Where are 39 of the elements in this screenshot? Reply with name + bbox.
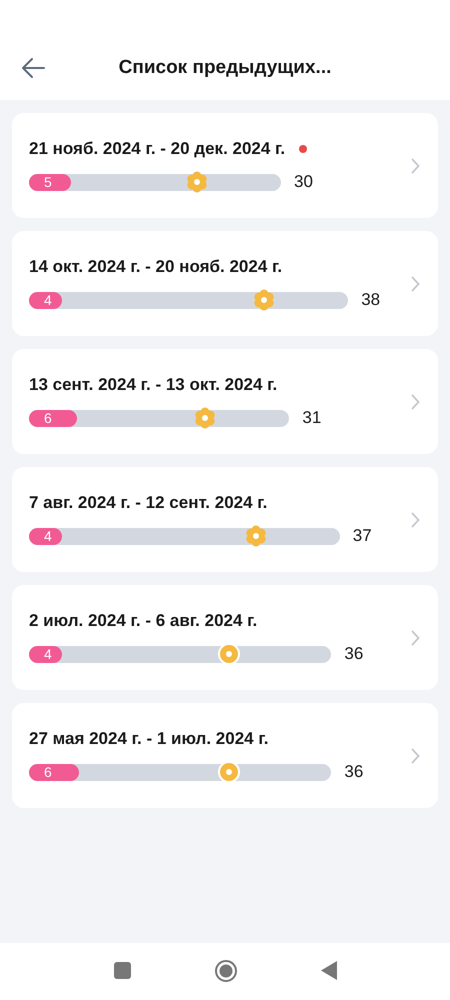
cycle-dates: 14 окт. 2024 г. - 20 нояб. 2024 г. (29, 257, 282, 277)
period-bar: 5 (29, 174, 71, 190)
back-arrow-icon[interactable] (20, 57, 46, 79)
back-icon[interactable] (320, 961, 336, 980)
chevron-right-icon (411, 276, 420, 292)
chevron-right-icon (411, 630, 420, 646)
cycle-card[interactable]: 13 сент. 2024 г. - 13 окт. 2024 г. 6 31 (12, 349, 438, 454)
cycle-length: 38 (361, 290, 380, 310)
cycle-card[interactable]: 27 мая 2024 г. - 1 июл. 2024 г. 6 36 (12, 703, 438, 808)
cycle-length: 36 (344, 762, 364, 782)
cycle-length: 30 (294, 172, 313, 192)
cycle-dates: 7 авг. 2024 г. - 12 сент. 2024 г. (29, 493, 268, 513)
period-bar: 4 (29, 528, 62, 544)
cycle-dates: 27 мая 2024 г. - 1 июл. 2024 г. (29, 729, 268, 749)
recents-icon[interactable] (114, 962, 130, 979)
cycle-card[interactable]: 2 июл. 2024 г. - 6 авг. 2024 г. 4 36 (12, 585, 438, 690)
cycle-card[interactable]: 14 окт. 2024 г. - 20 нояб. 2024 г. 4 38 (12, 231, 438, 336)
home-icon[interactable] (214, 958, 238, 982)
chevron-right-icon (411, 158, 420, 174)
flower-icon (194, 407, 216, 429)
cycle-length: 36 (344, 644, 364, 664)
cycle-length: 37 (352, 526, 372, 546)
flower-icon (253, 289, 276, 311)
chevron-right-icon (411, 512, 420, 528)
flower-icon (244, 525, 267, 547)
chevron-right-icon (411, 748, 420, 764)
cycle-dates: 2 июл. 2024 г. - 6 авг. 2024 г. (29, 611, 258, 631)
flower-icon (186, 171, 208, 193)
cycle-dates: 21 нояб. 2024 г. - 20 дек. 2024 г. (29, 139, 286, 159)
cycle-dates: 13 сент. 2024 г. - 13 окт. 2024 г. (29, 375, 278, 395)
period-bar: 4 (29, 646, 62, 662)
chevron-right-icon (411, 394, 420, 410)
period-bar: 6 (29, 764, 80, 780)
period-bar: 6 (29, 410, 78, 426)
screen-title: Список предыдущих... (118, 57, 332, 79)
period-bar: 4 (29, 292, 62, 308)
cycle-card[interactable]: 7 авг. 2024 г. - 12 сент. 2024 г. 4 37 (12, 467, 438, 572)
cycle-card[interactable]: 21 нояб. 2024 г. - 20 дек. 2024 г. 5 30 (12, 113, 438, 218)
cycle-length: 31 (302, 408, 322, 428)
